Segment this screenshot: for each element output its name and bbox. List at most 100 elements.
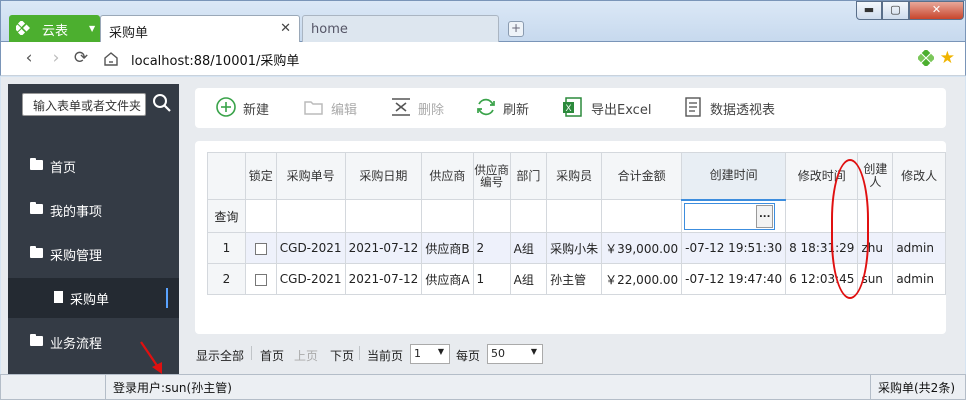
sidebar-item-purchase-mgmt[interactable]: 采购管理: [8, 234, 179, 274]
annotation-arrow-icon: [140, 341, 162, 374]
col-header-modifier[interactable]: 修改人: [892, 152, 946, 200]
first-page-link[interactable]: 首页: [260, 347, 284, 364]
refresh-icon: [477, 98, 495, 116]
sidebar-item-my-tasks[interactable]: 我的事项: [8, 190, 179, 230]
forward-icon[interactable]: ›: [46, 48, 66, 68]
pivot-label: 数据透视表: [710, 103, 776, 118]
brand-menu-button[interactable]: 云表 ▼: [9, 15, 100, 42]
next-page-link[interactable]: 下页: [330, 347, 354, 364]
lock-checkbox[interactable]: [254, 273, 267, 286]
per-page-label: 每页: [456, 349, 481, 363]
app-logo-icon: [16, 21, 30, 35]
query-cell[interactable]: [892, 199, 946, 233]
current-page-select[interactable]: 1 ▼: [410, 344, 450, 364]
sidebar-item-label: 采购管理: [50, 249, 103, 264]
tab-label: 采购单: [109, 26, 149, 41]
query-cell[interactable]: [421, 199, 474, 233]
delete-button[interactable]: 删除: [390, 96, 460, 120]
window-controls: ▬ ▢ ✕: [856, 1, 964, 20]
buyer-cell: 采购小朱: [546, 232, 603, 264]
col-header-lock[interactable]: 锁定: [244, 152, 277, 200]
col-header-buyer[interactable]: 采购员: [546, 152, 603, 200]
sidebar-item-label: 我的事项: [50, 205, 103, 220]
sidebar-item-label: 首页: [50, 161, 77, 176]
query-cell[interactable]: [509, 199, 548, 233]
extension-icon[interactable]: [918, 50, 934, 66]
maximize-icon: ▢: [890, 3, 901, 16]
per-page-select[interactable]: 50 ▼: [487, 344, 543, 364]
tab-label: home: [311, 22, 348, 37]
folder-open-icon: [30, 246, 43, 258]
new-tab-button[interactable]: +: [508, 21, 524, 37]
new-button[interactable]: 新建: [215, 96, 285, 120]
edit-button[interactable]: 编辑: [303, 96, 373, 120]
minimize-button[interactable]: ▬: [856, 1, 882, 20]
close-icon[interactable]: ✕: [280, 21, 291, 36]
tab-home[interactable]: home: [302, 15, 499, 43]
date-picker-button[interactable]: ...: [756, 204, 774, 228]
query-cell[interactable]: [546, 199, 603, 233]
document-icon: [54, 291, 63, 303]
col-header-dept[interactable]: 部门: [509, 152, 548, 200]
sidebar-item-home[interactable]: 首页: [8, 146, 179, 186]
add-circle-icon: [216, 97, 236, 117]
query-cell[interactable]: [601, 199, 683, 233]
back-icon[interactable]: ‹: [19, 48, 39, 68]
row-number: 2: [207, 263, 246, 295]
current-page-label: 当前页: [367, 349, 404, 363]
home-icon[interactable]: [103, 51, 119, 67]
col-header-total[interactable]: 合计金额: [601, 152, 683, 200]
divider: [359, 346, 360, 360]
chevron-down-icon: ▼: [437, 347, 444, 356]
excel-icon: X: [563, 97, 582, 117]
supplier-no-cell: 2: [472, 232, 511, 264]
minimize-icon: ▬: [863, 3, 875, 16]
chevron-down-icon: ▼: [89, 24, 96, 33]
query-cell[interactable]: [344, 199, 423, 233]
pivot-table-button[interactable]: 数据透视表: [682, 96, 792, 120]
col-header-supplier[interactable]: 供应商: [421, 152, 474, 200]
refresh-button[interactable]: 刷新: [475, 96, 545, 120]
date-cell: 2021-07-12: [344, 263, 423, 295]
edit-label: 编辑: [331, 103, 358, 118]
export-excel-button[interactable]: X 导出Excel: [563, 96, 663, 120]
query-cell[interactable]: [275, 199, 346, 233]
export-label: 导出Excel: [591, 103, 652, 118]
pager: 显示全部 首页 上页 下页 当前页 1 ▼ 每页 50 ▼: [196, 343, 596, 365]
buyer-cell: 孙主管: [546, 263, 603, 295]
tab-purchase-order[interactable]: 采购单 ✕: [100, 15, 300, 43]
record-count: 采购单(共2条): [878, 381, 955, 395]
delete-label: 删除: [418, 103, 445, 118]
col-header-supplier-no[interactable]: 供应商编号: [472, 152, 511, 200]
date-cell: 2021-07-12: [344, 232, 423, 264]
url-field[interactable]: localhost:88/10001/采购单: [131, 50, 299, 69]
modifier-cell: admin: [892, 232, 946, 264]
query-cell[interactable]: [244, 199, 277, 233]
search-icon[interactable]: [152, 93, 172, 113]
current-page-value: 1: [414, 347, 421, 360]
col-header-created-time[interactable]: 创建时间: [681, 152, 787, 201]
status-segment: [106, 375, 871, 399]
maximize-button[interactable]: ▢: [882, 1, 909, 20]
created-time-filter-input[interactable]: ...: [684, 202, 776, 230]
sidebar-item-purchase-order[interactable]: 采购单: [8, 278, 179, 318]
sidebar-item-label: 业务流程: [50, 337, 103, 352]
chevron-down-icon: ▼: [530, 347, 537, 356]
folder-icon: [30, 334, 43, 346]
supplier-cell: 供应商B: [421, 232, 474, 264]
col-header-order-no[interactable]: 采购单号: [275, 152, 346, 200]
annotation-oval: [831, 159, 869, 299]
lock-checkbox[interactable]: [254, 242, 267, 255]
active-indicator: [166, 288, 168, 308]
order-no-cell: CGD-2021: [275, 232, 346, 264]
corner-cell: [207, 152, 246, 200]
show-all-link[interactable]: 显示全部: [196, 347, 244, 364]
prev-page-link[interactable]: 上页: [294, 347, 318, 364]
star-icon[interactable]: ★: [940, 48, 955, 68]
search-input[interactable]: 输入表单或者文件夹: [22, 93, 146, 116]
folder-open-icon: [304, 101, 323, 115]
query-cell[interactable]: [472, 199, 511, 233]
col-header-date[interactable]: 采购日期: [344, 152, 423, 200]
reload-icon[interactable]: ⟳: [71, 48, 91, 68]
close-window-button[interactable]: ✕: [909, 1, 964, 20]
